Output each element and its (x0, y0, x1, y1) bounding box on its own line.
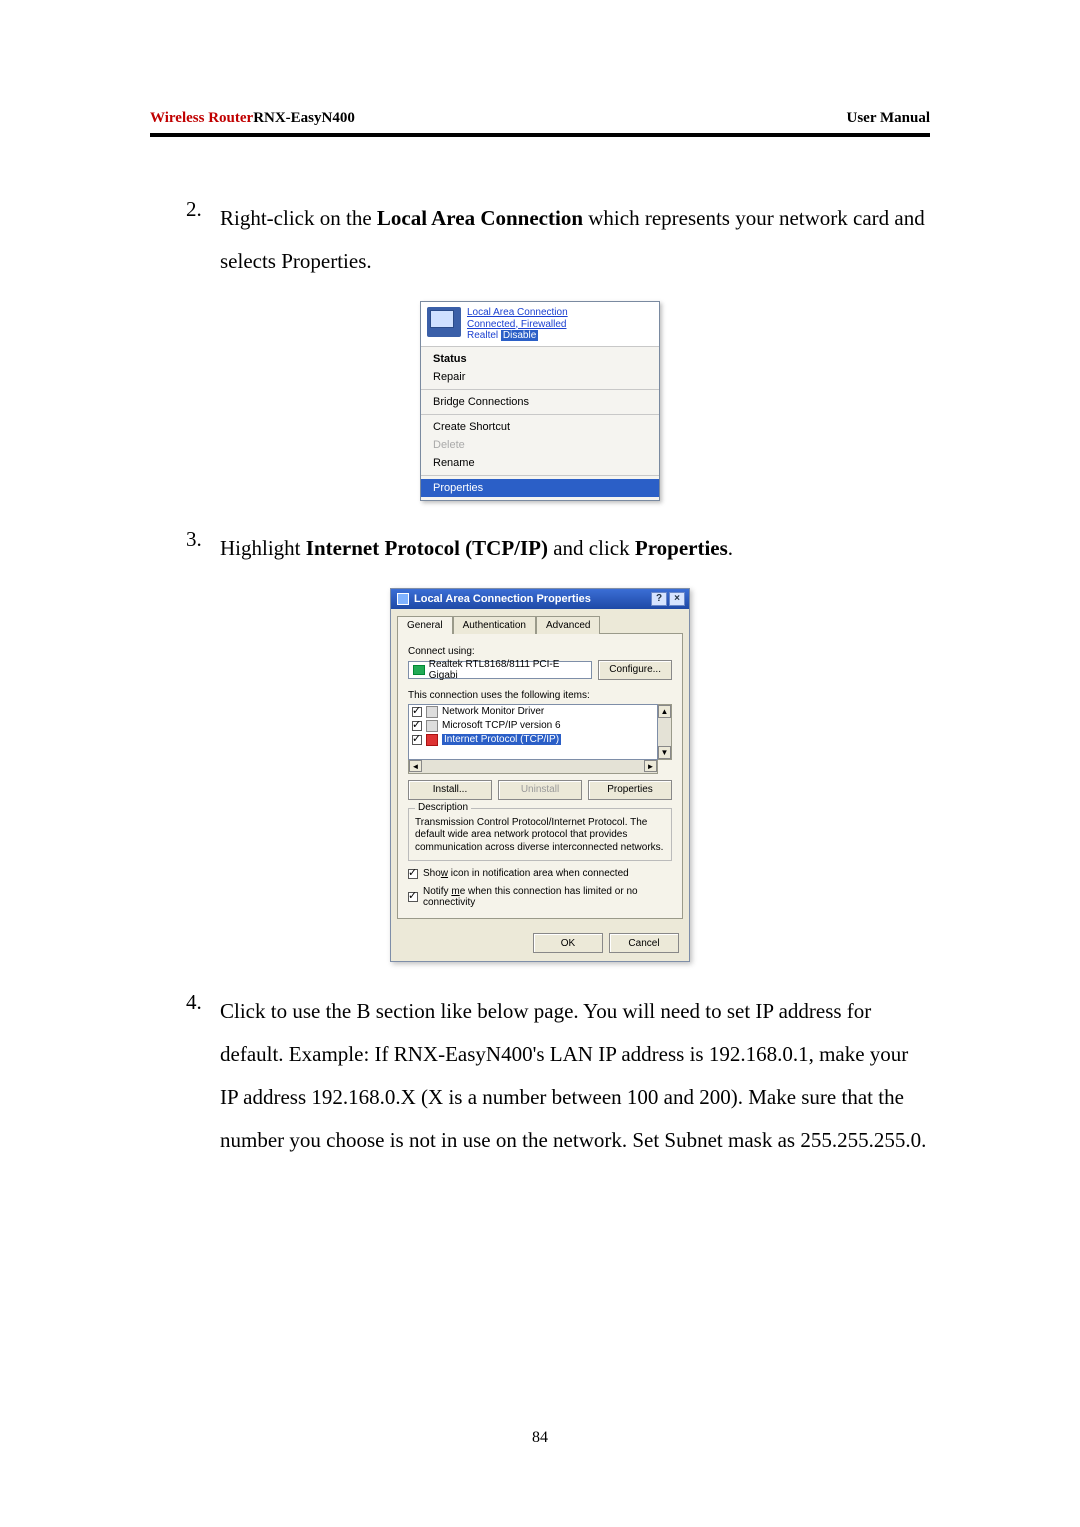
ok-button[interactable]: OK (533, 933, 603, 953)
help-button[interactable]: ? (651, 592, 667, 606)
uninstall-button: Uninstall (498, 780, 582, 800)
step-3-number: 3. (150, 527, 220, 570)
step-3: 3. Highlight Internet Protocol (TCP/IP) … (150, 527, 930, 570)
properties-dialog: Local Area Connection Properties ? × Gen… (390, 588, 690, 963)
component-icon (426, 706, 438, 718)
checkbox-icon[interactable] (412, 707, 422, 717)
checkbox-icon[interactable] (408, 892, 418, 902)
step-2-number: 2. (150, 197, 220, 283)
step-3-pre: Highlight (220, 536, 306, 560)
ctx-disable-hl[interactable]: Disable (501, 330, 538, 341)
connection-tile-text: Local Area Connection Connected, Firewal… (467, 307, 568, 342)
description-legend: Description (415, 802, 471, 813)
vertical-scrollbar[interactable]: ▲ ▼ (658, 704, 672, 760)
dialog-footer: OK Cancel (391, 925, 689, 961)
description-group: Description Transmission Control Protoco… (408, 808, 672, 862)
notify-option[interactable]: Notify me when this connection has limit… (408, 886, 672, 908)
horizontal-scrollbar[interactable]: ◄ ► (408, 760, 658, 774)
step-2: 2. Right-click on the Local Area Connect… (150, 197, 930, 283)
components-list-wrap: Network Monitor Driver Microsoft TCP/IP … (408, 704, 672, 760)
cancel-button[interactable]: Cancel (609, 933, 679, 953)
step-3-body: Highlight Internet Protocol (TCP/IP) and… (220, 527, 930, 570)
context-menu: Status Repair Bridge Connections Create … (421, 347, 659, 500)
ctx-delete: Delete (421, 436, 659, 454)
checkbox-icon[interactable] (412, 721, 422, 731)
step-2-bold: Local Area Connection (377, 206, 583, 230)
connection-status: Connected, Firewalled (467, 319, 568, 331)
header-brand: Wireless Router (150, 110, 253, 126)
install-button[interactable]: Install... (408, 780, 492, 800)
properties-button[interactable]: Properties (588, 780, 672, 800)
connection-tile: Local Area Connection Connected, Firewal… (421, 302, 659, 347)
dialog-title: Local Area Connection Properties (414, 593, 651, 605)
component-icon (426, 720, 438, 732)
component-icon (426, 734, 438, 746)
component-label-selected: Internet Protocol (TCP/IP) (442, 734, 561, 745)
tab-authentication[interactable]: Authentication (453, 616, 536, 634)
checkbox-icon[interactable] (412, 735, 422, 745)
ctx-rename[interactable]: Rename (421, 454, 659, 472)
tab-general-pane: Connect using: Realtek RTL8168/8111 PCI-… (397, 633, 683, 920)
step-3-mid: and click (548, 536, 635, 560)
step-4-body: Click to use the B section like below pa… (220, 990, 930, 1162)
adapter-field: Realtek RTL8168/8111 PCI-E Gigabi (408, 661, 592, 679)
ctx-status[interactable]: Status (421, 350, 659, 368)
show-icon-option[interactable]: Show icon in notification area when conn… (408, 868, 672, 879)
ctx-properties[interactable]: Properties (421, 479, 659, 497)
component-label: Network Monitor Driver (442, 706, 544, 717)
connect-using-label: Connect using: (408, 646, 672, 657)
adapter-name: Realtek RTL8168/8111 PCI-E Gigabi (429, 659, 588, 681)
uses-items-label: This connection uses the following items… (408, 690, 672, 701)
step-2-pre: Right-click on the (220, 206, 377, 230)
description-text: Transmission Control Protocol/Internet P… (415, 817, 665, 855)
checkbox-icon[interactable] (408, 869, 418, 879)
configure-button[interactable]: Configure... (598, 660, 672, 680)
header-right: User Manual (847, 110, 930, 127)
page-header: Wireless RouterRNX-EasyN400 User Manual (150, 110, 930, 127)
step-4: 4. Click to use the B section like below… (150, 990, 930, 1162)
tab-general[interactable]: General (397, 616, 453, 634)
scroll-down-icon[interactable]: ▼ (658, 746, 671, 759)
header-model: RNX-EasyN400 (253, 110, 355, 126)
step-4-number: 4. (150, 990, 220, 1162)
context-menu-figure: Local Area Connection Connected, Firewal… (420, 301, 660, 501)
dialog-titlebar: Local Area Connection Properties ? × (391, 589, 689, 609)
step-3-post: . (728, 536, 733, 560)
step-3-bold1: Internet Protocol (TCP/IP) (306, 536, 548, 560)
connection-name: Local Area Connection (467, 307, 568, 319)
ctx-bridge[interactable]: Bridge Connections (421, 393, 659, 411)
components-list[interactable]: Network Monitor Driver Microsoft TCP/IP … (408, 704, 658, 760)
dialog-title-icon (397, 593, 409, 605)
dialog-tabs: General Authentication Advanced (391, 609, 689, 633)
header-rule (150, 133, 930, 137)
header-left: Wireless RouterRNX-EasyN400 (150, 110, 355, 127)
step-3-bold2: Properties (635, 536, 728, 560)
scroll-up-icon[interactable]: ▲ (658, 705, 671, 718)
step-2-body: Right-click on the Local Area Connection… (220, 197, 930, 283)
list-item[interactable]: Internet Protocol (TCP/IP) (409, 733, 657, 747)
scroll-right-icon[interactable]: ► (644, 760, 657, 772)
page-number: 84 (0, 1429, 1080, 1447)
adapter-icon (413, 665, 425, 675)
ctx-shortcut[interactable]: Create Shortcut (421, 418, 659, 436)
notify-label: Notify me when this connection has limit… (423, 886, 672, 908)
close-button[interactable]: × (669, 592, 685, 606)
ctx-repair[interactable]: Repair (421, 368, 659, 386)
connection-adapter-prefix: Realtel (467, 330, 498, 341)
tab-advanced[interactable]: Advanced (536, 616, 600, 634)
list-item[interactable]: Network Monitor Driver (409, 705, 657, 719)
show-icon-label: Show icon in notification area when conn… (423, 868, 629, 879)
list-item[interactable]: Microsoft TCP/IP version 6 (409, 719, 657, 733)
component-label: Microsoft TCP/IP version 6 (442, 720, 561, 731)
scroll-left-icon[interactable]: ◄ (409, 760, 422, 772)
nic-icon (427, 307, 461, 337)
